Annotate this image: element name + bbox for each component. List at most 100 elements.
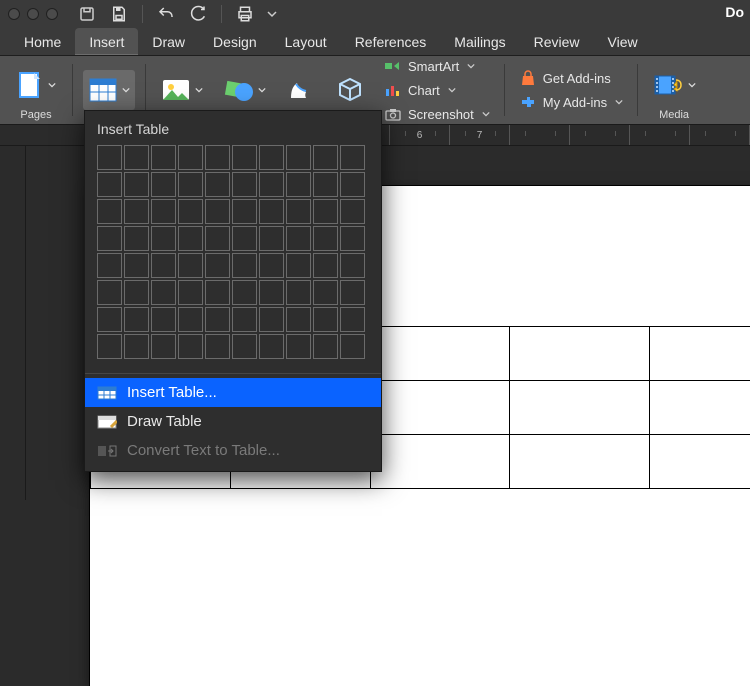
grid-cell[interactable] <box>313 253 338 278</box>
grid-cell[interactable] <box>97 334 122 359</box>
grid-cell[interactable] <box>259 226 284 251</box>
grid-cell[interactable] <box>313 145 338 170</box>
tab-home[interactable]: Home <box>10 28 75 55</box>
grid-cell[interactable] <box>124 253 149 278</box>
grid-cell[interactable] <box>340 172 365 197</box>
chart-button[interactable]: Chart <box>380 80 494 100</box>
grid-cell[interactable] <box>340 199 365 224</box>
grid-cell[interactable] <box>259 280 284 305</box>
close-dot[interactable] <box>8 8 20 20</box>
grid-cell[interactable] <box>178 307 203 332</box>
popover-item-draw-table[interactable]: Draw Table <box>85 407 381 436</box>
grid-cell[interactable] <box>151 253 176 278</box>
table-cell[interactable] <box>370 381 510 435</box>
grid-cell[interactable] <box>340 307 365 332</box>
smartart-button[interactable]: SmartArt <box>380 56 494 76</box>
grid-cell[interactable] <box>205 253 230 278</box>
grid-cell[interactable] <box>97 280 122 305</box>
grid-cell[interactable] <box>259 199 284 224</box>
grid-cell[interactable] <box>205 280 230 305</box>
grid-cell[interactable] <box>97 145 122 170</box>
grid-cell[interactable] <box>232 145 257 170</box>
grid-cell[interactable] <box>232 253 257 278</box>
shapes-button[interactable] <box>218 70 270 110</box>
grid-cell[interactable] <box>313 307 338 332</box>
grid-cell[interactable] <box>340 226 365 251</box>
grid-cell[interactable] <box>151 226 176 251</box>
grid-cell[interactable] <box>340 145 365 170</box>
autosave-icon[interactable] <box>74 1 100 27</box>
grid-cell[interactable] <box>232 199 257 224</box>
table-cell[interactable] <box>370 327 510 381</box>
grid-cell[interactable] <box>259 307 284 332</box>
grid-cell[interactable] <box>232 226 257 251</box>
tab-mailings[interactable]: Mailings <box>440 28 519 55</box>
table-size-grid[interactable] <box>85 145 381 369</box>
grid-cell[interactable] <box>340 253 365 278</box>
grid-cell[interactable] <box>178 172 203 197</box>
grid-cell[interactable] <box>232 280 257 305</box>
grid-cell[interactable] <box>124 307 149 332</box>
grid-cell[interactable] <box>259 253 284 278</box>
get-addins-button[interactable]: Get Add-ins <box>515 68 627 88</box>
grid-cell[interactable] <box>151 145 176 170</box>
tab-insert[interactable]: Insert <box>75 28 138 55</box>
grid-cell[interactable] <box>178 226 203 251</box>
tab-draw[interactable]: Draw <box>138 28 199 55</box>
grid-cell[interactable] <box>97 307 122 332</box>
grid-cell[interactable] <box>205 334 230 359</box>
grid-cell[interactable] <box>286 145 311 170</box>
grid-cell[interactable] <box>313 280 338 305</box>
pages-button[interactable] <box>10 65 62 105</box>
grid-cell[interactable] <box>286 253 311 278</box>
grid-cell[interactable] <box>259 172 284 197</box>
grid-cell[interactable] <box>313 172 338 197</box>
grid-cell[interactable] <box>205 307 230 332</box>
grid-cell[interactable] <box>151 172 176 197</box>
grid-cell[interactable] <box>259 334 284 359</box>
tab-view[interactable]: View <box>594 28 652 55</box>
icons-button[interactable] <box>280 70 320 110</box>
grid-cell[interactable] <box>124 226 149 251</box>
grid-cell[interactable] <box>124 172 149 197</box>
screenshot-button[interactable]: Screenshot <box>380 104 494 124</box>
grid-cell[interactable] <box>286 280 311 305</box>
grid-cell[interactable] <box>286 226 311 251</box>
grid-cell[interactable] <box>124 199 149 224</box>
vertical-ruler[interactable] <box>0 146 26 500</box>
tab-layout[interactable]: Layout <box>271 28 341 55</box>
grid-cell[interactable] <box>97 199 122 224</box>
tab-references[interactable]: References <box>341 28 441 55</box>
table-cell[interactable] <box>370 435 510 489</box>
grid-cell[interactable] <box>124 280 149 305</box>
grid-cell[interactable] <box>124 334 149 359</box>
grid-cell[interactable] <box>178 199 203 224</box>
grid-cell[interactable] <box>178 145 203 170</box>
grid-cell[interactable] <box>205 226 230 251</box>
zoom-dot[interactable] <box>46 8 58 20</box>
table-cell[interactable] <box>650 381 750 435</box>
grid-cell[interactable] <box>97 172 122 197</box>
popover-item-insert-table[interactable]: Insert Table... <box>85 378 381 407</box>
pictures-button[interactable] <box>156 70 208 110</box>
table-cell[interactable] <box>510 327 650 381</box>
grid-cell[interactable] <box>124 145 149 170</box>
grid-cell[interactable] <box>151 334 176 359</box>
models-button[interactable] <box>330 70 370 110</box>
grid-cell[interactable] <box>232 334 257 359</box>
qat-overflow-icon[interactable] <box>264 1 280 27</box>
table-cell[interactable] <box>510 381 650 435</box>
grid-cell[interactable] <box>178 253 203 278</box>
grid-cell[interactable] <box>178 280 203 305</box>
my-addins-button[interactable]: My Add-ins <box>515 92 627 112</box>
grid-cell[interactable] <box>286 307 311 332</box>
grid-cell[interactable] <box>151 307 176 332</box>
media-button[interactable] <box>648 65 700 105</box>
grid-cell[interactable] <box>232 307 257 332</box>
table-cell[interactable] <box>650 435 750 489</box>
tab-design[interactable]: Design <box>199 28 271 55</box>
grid-cell[interactable] <box>313 334 338 359</box>
grid-cell[interactable] <box>286 334 311 359</box>
table-cell[interactable] <box>510 435 650 489</box>
undo-icon[interactable] <box>153 1 179 27</box>
